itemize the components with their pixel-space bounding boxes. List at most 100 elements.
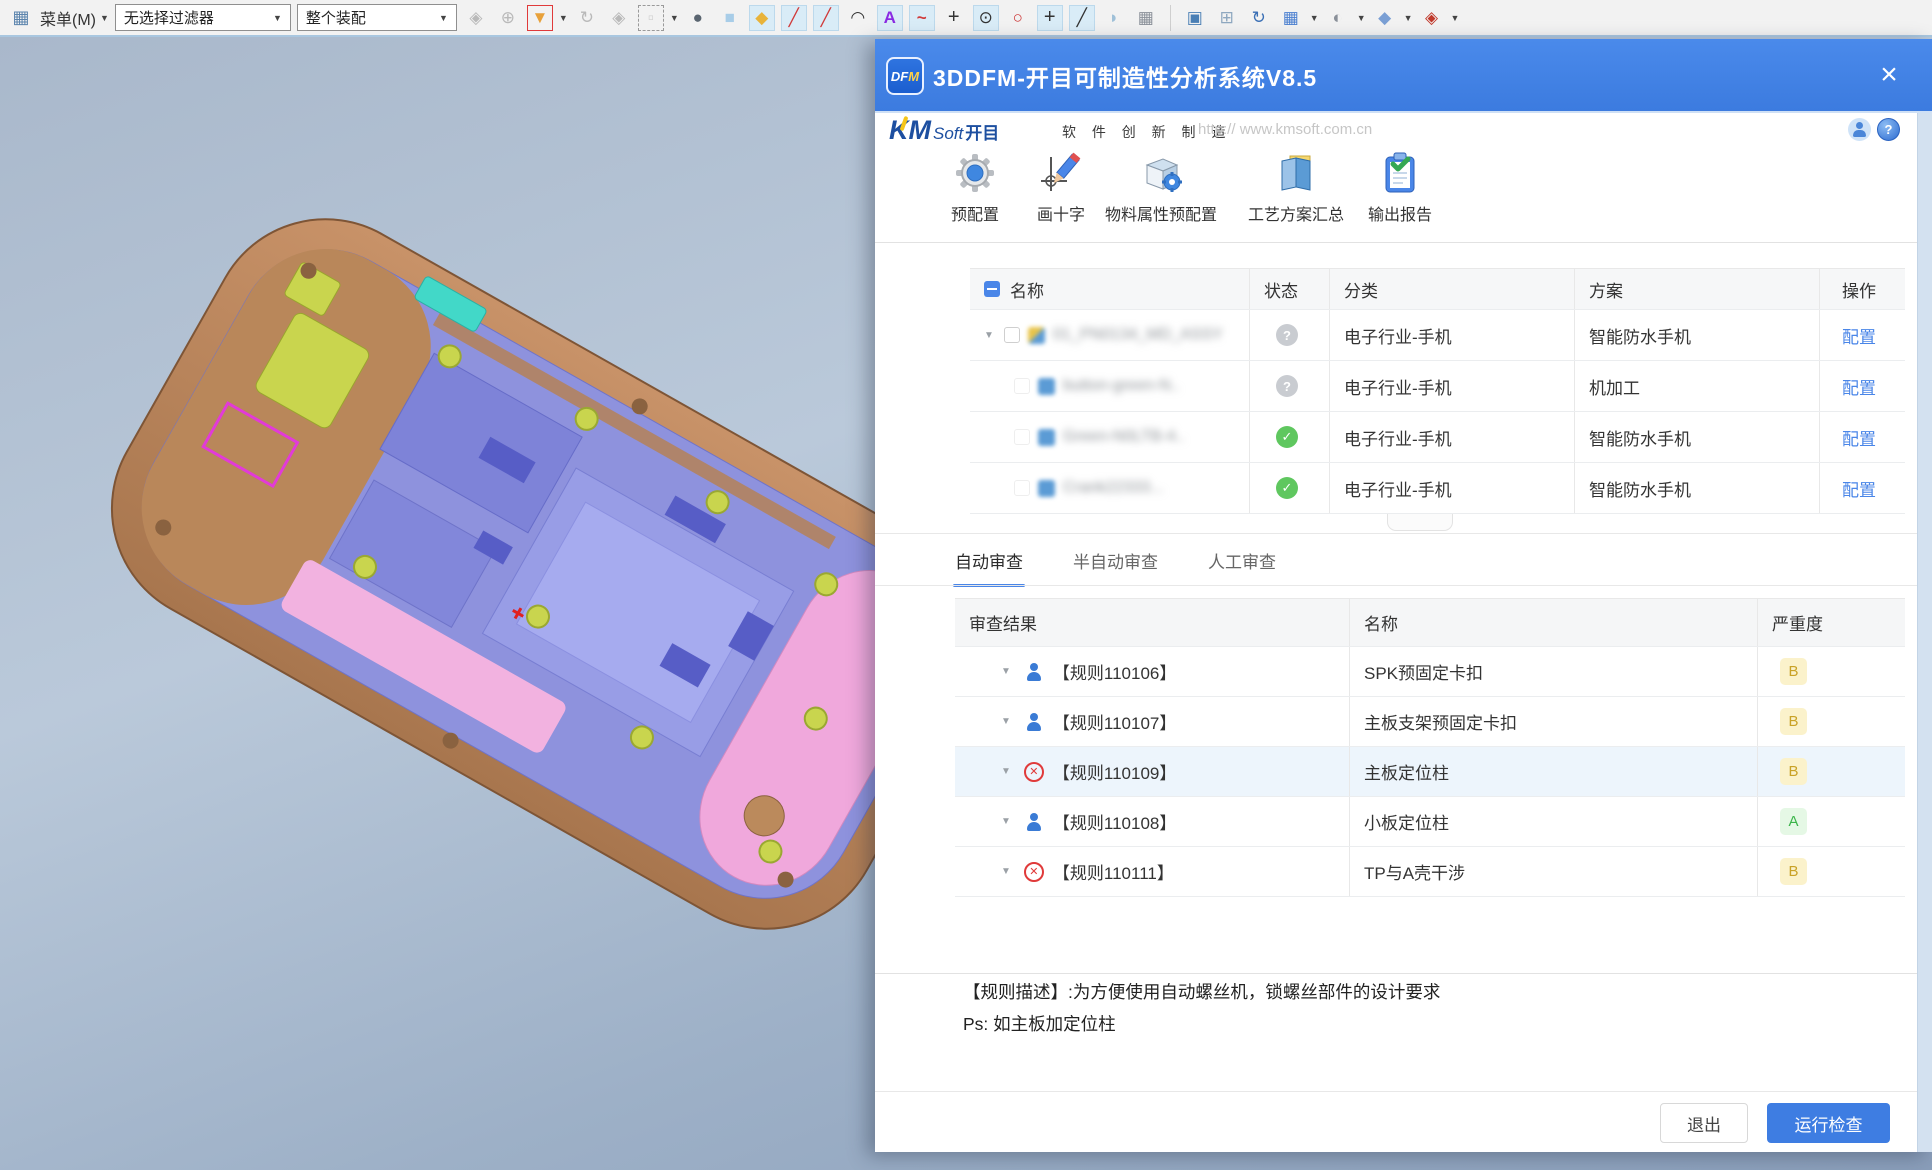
plus-icon[interactable]: + — [1037, 5, 1063, 31]
snapshot-icon[interactable]: ◈ — [1419, 5, 1445, 31]
row-checkbox[interactable] — [1014, 429, 1030, 445]
line-icon[interactable]: ╱ — [781, 5, 807, 31]
pan-icon[interactable]: ⊞ — [1214, 5, 1240, 31]
chevron-down-icon[interactable]: ▼ — [1451, 13, 1460, 23]
arc-icon[interactable]: ◠ — [845, 5, 871, 31]
configure-link[interactable]: 配置 — [1842, 374, 1876, 399]
tab-manual-review[interactable]: 人工审查 — [1206, 542, 1278, 587]
tab-auto-review[interactable]: 自动审查 — [953, 542, 1025, 587]
fit-view-icon[interactable]: ▦ — [1278, 5, 1304, 31]
chevron-down-icon[interactable]: ▼ — [1357, 13, 1366, 23]
move-component-icon[interactable]: ⊕ — [495, 5, 521, 31]
row-checkbox[interactable] — [1014, 378, 1030, 394]
output-report-button[interactable]: 输出报告 — [1368, 151, 1432, 225]
severity-badge: B — [1780, 658, 1807, 685]
collapse-handle[interactable] — [1387, 514, 1453, 531]
table-row[interactable]: Crank22333... ✓ 电子行业-手机 智能防水手机 配置 — [970, 463, 1905, 514]
table-row[interactable]: Green-N0LTB-4.. ✓ 电子行业-手机 智能防水手机 配置 — [970, 412, 1905, 463]
expand-caret-icon[interactable]: ▼ — [1001, 716, 1011, 727]
scheme-cell: 智能防水手机 — [1575, 310, 1820, 360]
rotate-component-icon[interactable]: ↻ — [574, 5, 600, 31]
configure-link[interactable]: 配置 — [1842, 323, 1876, 348]
row-checkbox[interactable] — [1014, 480, 1030, 496]
right-scrollbar[interactable] — [1917, 113, 1932, 1152]
table-row[interactable]: ▼ 01_PN0134_MD_ASSY ? 电子行业-手机 智能防水手机 配置 — [970, 310, 1905, 361]
result-row-selected[interactable]: ▼ ✕ 【规则110109】 主板定位柱 B — [955, 747, 1905, 797]
parts-table: 名称 状态 分类 方案 操作 ▼ 01_PN0134_MD_ASSY ? 电子行… — [970, 268, 1905, 514]
point-cross-icon[interactable]: + — [941, 5, 967, 31]
configure-link[interactable]: 配置 — [1842, 425, 1876, 450]
box-gear-icon — [1139, 151, 1183, 195]
chevron-down-icon[interactable]: ▼ — [670, 13, 679, 23]
exit-button[interactable]: 退出 — [1660, 1103, 1748, 1143]
curve-icon[interactable]: ~ — [909, 5, 935, 31]
selection-filter-icon[interactable]: ▼ — [527, 5, 553, 31]
tabs-top-divider — [875, 533, 1932, 534]
screen: ▦ 菜单(M)▼ 无选择过滤器▼ 整个装配▼ ◈ ⊕ ▼ ▼ ↻ ◈ ▫ ▼ ●… — [0, 0, 1932, 1170]
material-preconfig-button[interactable]: 物料属性预配置 — [1105, 151, 1217, 225]
expand-caret-icon[interactable]: ▼ — [1001, 866, 1011, 877]
review-results-table: 审查结果 名称 严重度 ▼ 【规则110106】 SPK预固定卡扣 B ▼ 【规… — [955, 598, 1905, 897]
rule-name: 小板定位柱 — [1350, 797, 1758, 846]
footer-divider — [875, 1091, 1932, 1092]
run-check-button[interactable]: 运行检查 — [1767, 1103, 1890, 1143]
result-row[interactable]: ▼ ✕ 【规则110111】 TP与A壳干涉 B — [955, 847, 1905, 897]
expand-caret-icon[interactable]: ▼ — [1001, 666, 1011, 677]
result-row[interactable]: ▼ 【规则110108】 小板定位柱 A — [955, 797, 1905, 847]
draw-cross-button[interactable]: 画十字 — [1037, 151, 1085, 225]
brand-url: http:// www.kmsoft.com.cn — [1198, 121, 1372, 138]
sheet-body-icon[interactable]: ◗ — [1101, 5, 1127, 31]
dialog-titlebar[interactable]: DFM 3DDFM-开目可制造性分析系统V8.5 × — [875, 39, 1932, 113]
studio-spline-icon[interactable]: A — [877, 5, 903, 31]
function-toolbar: 预配置 画十字 — [875, 151, 1932, 235]
expand-caret-icon[interactable]: ▼ — [1001, 766, 1011, 777]
user-icon[interactable] — [1848, 118, 1871, 141]
status-unknown-icon: ? — [1276, 375, 1298, 397]
selection-filter-dropdown[interactable]: 无选择过滤器▼ — [115, 4, 291, 31]
table-row[interactable]: button-green-N.. ? 电子行业-手机 机加工 配置 — [970, 361, 1905, 412]
rule-name: TP与A壳干涉 — [1350, 847, 1758, 896]
grid-icon[interactable]: ▦ — [1133, 5, 1159, 31]
part-name-blurred: Crank22333... — [1063, 479, 1164, 497]
menu-button[interactable]: 菜单(M)▼ — [40, 6, 109, 30]
line3-icon[interactable]: ╱ — [1069, 5, 1095, 31]
select-all-checkbox[interactable] — [984, 281, 1000, 297]
selection-box-icon[interactable]: ▫ — [638, 5, 664, 31]
status-ok-icon: ✓ — [1276, 477, 1298, 499]
row-checkbox[interactable] — [1004, 327, 1020, 343]
shaded-view-icon[interactable]: ● — [685, 5, 711, 31]
process-summary-button[interactable]: 工艺方案汇总 — [1248, 151, 1344, 225]
result-row[interactable]: ▼ 【规则110107】 主板支架预固定卡扣 B — [955, 697, 1905, 747]
configure-link[interactable]: 配置 — [1842, 476, 1876, 501]
col-name: 名称 — [1350, 599, 1758, 646]
review-tabs: 自动审查 半自动审查 人工审查 — [953, 542, 1278, 587]
tab-semi-auto-review[interactable]: 半自动审查 — [1071, 542, 1160, 587]
category-cell: 电子行业-手机 — [1330, 310, 1575, 360]
selection-scope-dropdown[interactable]: 整个装配▼ — [297, 4, 457, 31]
help-icon[interactable]: ? — [1877, 118, 1900, 141]
close-icon[interactable]: × — [1872, 59, 1906, 93]
zoom-window-icon[interactable]: ▣ — [1182, 5, 1208, 31]
result-row[interactable]: ▼ 【规则110106】 SPK预固定卡扣 B — [955, 647, 1905, 697]
line2-icon[interactable]: ╱ — [813, 5, 839, 31]
preconfig-button[interactable]: 预配置 — [951, 151, 999, 225]
rotate-view-icon[interactable]: ↻ — [1246, 5, 1272, 31]
expand-caret-icon[interactable]: ▼ — [984, 330, 994, 341]
pattern-icon[interactable]: ◆ — [749, 5, 775, 31]
assembly-constraints-icon[interactable]: ◈ — [463, 5, 489, 31]
circle-points-icon[interactable]: ○ — [1005, 5, 1031, 31]
render-style-icon[interactable]: ◐ — [1325, 5, 1351, 31]
rule-description-line2: Ps: 如主板加定位柱 — [963, 1011, 1116, 1036]
chevron-down-icon[interactable]: ▼ — [1310, 13, 1319, 23]
circle-center-icon[interactable]: ⊙ — [973, 5, 999, 31]
chevron-down-icon[interactable]: ▼ — [559, 13, 568, 23]
category-cell: 电子行业-手机 — [1330, 361, 1575, 411]
replace-component-icon[interactable]: ◈ — [606, 5, 632, 31]
chevron-down-icon[interactable]: ▼ — [1404, 13, 1413, 23]
col-status: 状态 — [1250, 269, 1330, 309]
toolbar-separator — [1170, 5, 1171, 31]
chevron-down-icon: ▼ — [100, 13, 109, 23]
expand-caret-icon[interactable]: ▼ — [1001, 816, 1011, 827]
view-orient-icon[interactable]: ◆ — [1372, 5, 1398, 31]
cube-view-icon[interactable]: ■ — [717, 5, 743, 31]
